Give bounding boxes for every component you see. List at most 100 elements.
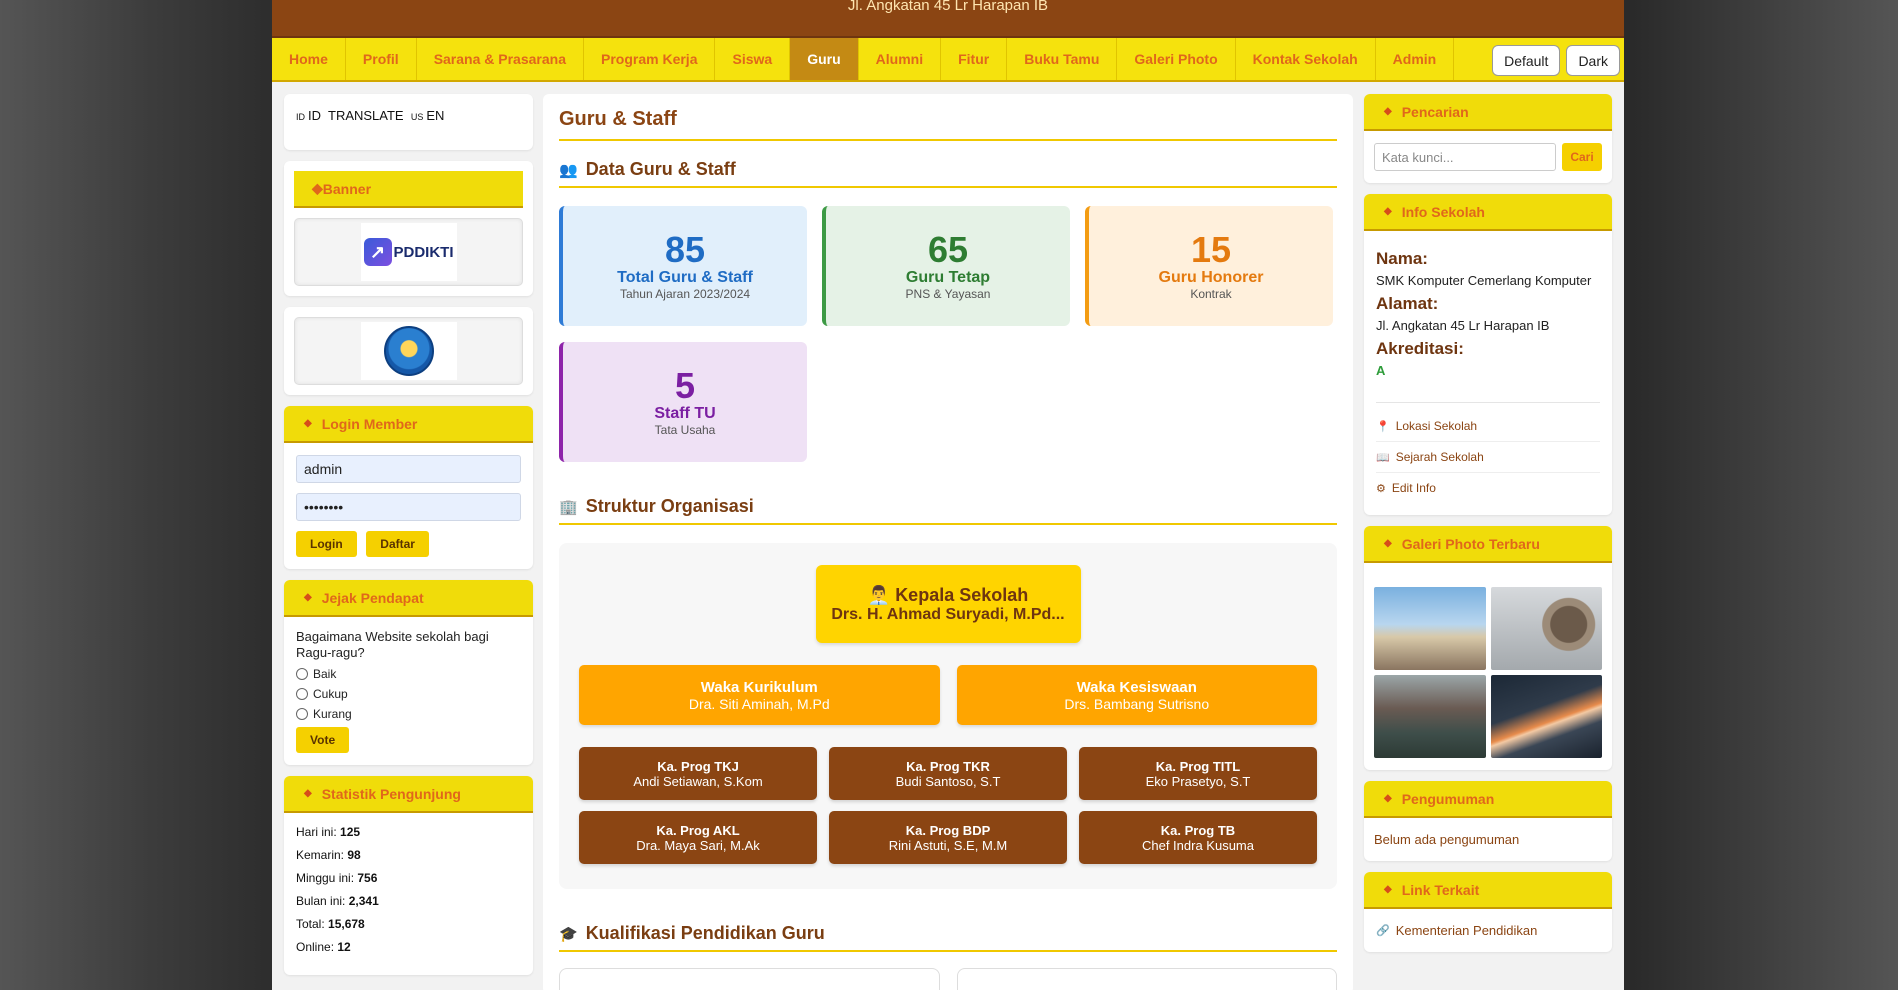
poll-option-label: Baik (313, 667, 337, 681)
info-link-label: Edit Info (1391, 481, 1436, 495)
stat-card-label: Guru Honorer (1158, 269, 1264, 286)
radio-kurang[interactable] (296, 708, 308, 720)
login-button[interactable]: Login (296, 531, 357, 557)
org-kaprog-title: Ka. Prog TKR (906, 758, 990, 774)
pin-icon: 📍 (1376, 420, 1390, 433)
org-kaprog-title: Ka. Prog TB (1160, 822, 1236, 838)
right-sidebar: ◆ Pencarian Kata kunci... Cari ◆ Info Se… (1364, 94, 1612, 963)
theme-default-button[interactable]: Default (1492, 45, 1561, 76)
stat-row: Kemarin: 98 (296, 848, 521, 862)
password-input[interactable]: •••••••• (296, 493, 521, 521)
org-kaprog-title: Ka. Prog AKL (656, 822, 740, 838)
nav-home[interactable]: Home (272, 38, 346, 80)
org-kaprog-name: Dra. Maya Sari, M.Ak (636, 837, 760, 853)
username-input[interactable]: admin (296, 455, 521, 483)
nav-program-kerja[interactable]: Program Kerja (584, 38, 716, 80)
nav-profil[interactable]: Profil (346, 38, 417, 80)
org-kaprog-name: Eko Prasetyo, S.T (1145, 773, 1251, 789)
org-chart: 👨‍💼 Kepala Sekolah Drs. H. Ahmad Suryadi… (559, 543, 1337, 889)
flag-id-icon: ID (296, 112, 305, 122)
org-kepala-title: 👨‍💼 Kepala Sekolah (868, 585, 1029, 606)
stat-card-staff-tu: 5 Staff TU Tata Usaha (559, 342, 807, 462)
edit-info-link[interactable]: ⚙ Edit Info (1376, 473, 1600, 503)
nav-guru[interactable]: Guru (790, 38, 859, 80)
pddikti-logo: ↗ PDDIKTI (360, 223, 457, 281)
nav-galeri-photo[interactable]: Galeri Photo (1117, 38, 1236, 80)
sejarah-sekolah-link[interactable]: 📖 Sejarah Sekolah (1376, 442, 1600, 473)
radio-cukup[interactable] (296, 688, 308, 700)
info-link-label: Sejarah Sekolah (1395, 450, 1484, 464)
stat-label: Minggu ini: (296, 871, 355, 885)
pengumuman-text: Belum ada pengumuman (1374, 832, 1520, 847)
nav-sarana[interactable]: Sarana & Prasarana (417, 38, 584, 80)
link-label: Kementerian Pendidikan (1395, 923, 1538, 938)
poll-option-baik[interactable]: Baik (296, 667, 521, 681)
org-kepala-sekolah: 👨‍💼 Kepala Sekolah Drs. H. Ahmad Suryadi… (815, 565, 1081, 643)
bullet-icon: ◆ (1384, 793, 1392, 804)
lang-id[interactable]: ID (308, 108, 321, 123)
nav-fitur[interactable]: Fitur (941, 38, 1008, 80)
lang-en[interactable]: EN (426, 108, 444, 123)
theme-switcher: Default Dark (1492, 45, 1620, 76)
gallery-photo-road[interactable] (1374, 675, 1486, 758)
org-waka-title: Waka Kurikulum (700, 678, 818, 696)
poll-question: Bagaimana Website sekolah bagi Ragu-ragu… (296, 629, 489, 660)
poll-option-kurang[interactable]: Kurang (296, 707, 521, 721)
nav-kontak-sekolah[interactable]: Kontak Sekolah (1236, 38, 1376, 80)
pengumuman-widget: ◆ Pengumuman Belum ada pengumuman (1364, 781, 1612, 861)
gallery-photo-tower[interactable] (1374, 587, 1486, 670)
vote-button[interactable]: Vote (296, 727, 350, 753)
info-body: Nama: SMK Komputer Cemerlang Komputer Al… (1364, 231, 1612, 515)
org-waka-title: Waka Kesiswaan (1076, 678, 1197, 696)
section-title-text: Data Guru & Staff (585, 159, 736, 179)
flag-us-icon: US (410, 112, 424, 122)
radio-baik[interactable] (296, 668, 308, 680)
stat-card-label: Total Guru & Staff (617, 269, 753, 286)
stat-row: Total: 15,678 (296, 917, 521, 931)
nav-siswa[interactable]: Siswa (715, 38, 791, 80)
theme-dark-button[interactable]: Dark (1566, 45, 1620, 76)
translate-label[interactable]: TRANSLATE (328, 108, 404, 123)
stat-label: Hari ini: (296, 825, 337, 839)
stat-card-sub: Tahun Ajaran 2023/2024 (619, 287, 751, 301)
kualifikasi-card (559, 968, 940, 990)
daftar-button[interactable]: Daftar (366, 531, 429, 557)
login-widget: ◆ Login Member admin •••••••• Login Daft… (284, 406, 533, 569)
search-input[interactable]: Kata kunci... (1374, 143, 1556, 171)
bullet-icon: ◆ (1384, 884, 1392, 895)
banner-kemendikbud-card (284, 307, 533, 395)
search-title: ◆ Pencarian (1364, 94, 1612, 131)
gallery-photo-mist[interactable] (1490, 587, 1602, 670)
info-sekolah-widget: ◆ Info Sekolah Nama: SMK Komputer Cemerl… (1364, 194, 1612, 515)
stat-value: 2,341 (348, 894, 379, 908)
lokasi-sekolah-link[interactable]: 📍 Lokasi Sekolah (1376, 411, 1600, 442)
info-title: ◆ Info Sekolah (1364, 194, 1612, 231)
search-title-text: Pencarian (1401, 103, 1469, 120)
stat-label: Bulan ini: (296, 894, 346, 908)
org-kaprog-akl: Ka. Prog AKL Dra. Maya Sari, M.Ak (579, 811, 817, 864)
info-akreditasi-value: A (1376, 363, 1386, 378)
gallery-photo-light-trails[interactable] (1490, 675, 1602, 758)
gallery-widget: ◆ Galeri Photo Terbaru (1364, 526, 1612, 770)
poll-option-cukup[interactable]: Cukup (296, 687, 521, 701)
stat-card-sub: Kontrak (1190, 287, 1232, 301)
poll-body: Bagaimana Website sekolah bagi Ragu-ragu… (284, 617, 533, 765)
org-kaprog-tb: Ka. Prog TB Chef Indra Kusuma (1079, 811, 1317, 864)
nav-buku-tamu[interactable]: Buku Tamu (1007, 38, 1118, 80)
nav-admin[interactable]: Admin (1376, 38, 1455, 80)
banner-pddikti[interactable]: ↗ PDDIKTI (294, 218, 523, 286)
info-link-label: Lokasi Sekolah (1395, 419, 1478, 433)
nav-alumni[interactable]: Alumni (859, 38, 942, 80)
visitor-stats-widget: ◆ Statistik Pengunjung Hari ini: 125 Kem… (284, 776, 533, 975)
search-row: Kata kunci... Cari (1364, 131, 1612, 183)
org-waka-kurikulum: Waka Kurikulum Dra. Siti Aminah, M.Pd (579, 665, 940, 725)
link-terkait-widget: ◆ Link Terkait 🔗 Kementerian Pendidikan (1364, 872, 1612, 952)
link-kementerian[interactable]: 🔗 Kementerian Pendidikan (1364, 909, 1612, 952)
banner-kemendikbud[interactable] (294, 317, 523, 385)
stat-card-sub: PNS & Yayasan (905, 287, 991, 301)
stat-number: 65 (927, 229, 969, 270)
stat-row: Online: 12 (296, 940, 521, 954)
login-form: admin •••••••• Login Daftar (284, 443, 533, 569)
stats-title: ◆ Statistik Pengunjung (284, 776, 533, 813)
search-button[interactable]: Cari (1562, 143, 1602, 171)
